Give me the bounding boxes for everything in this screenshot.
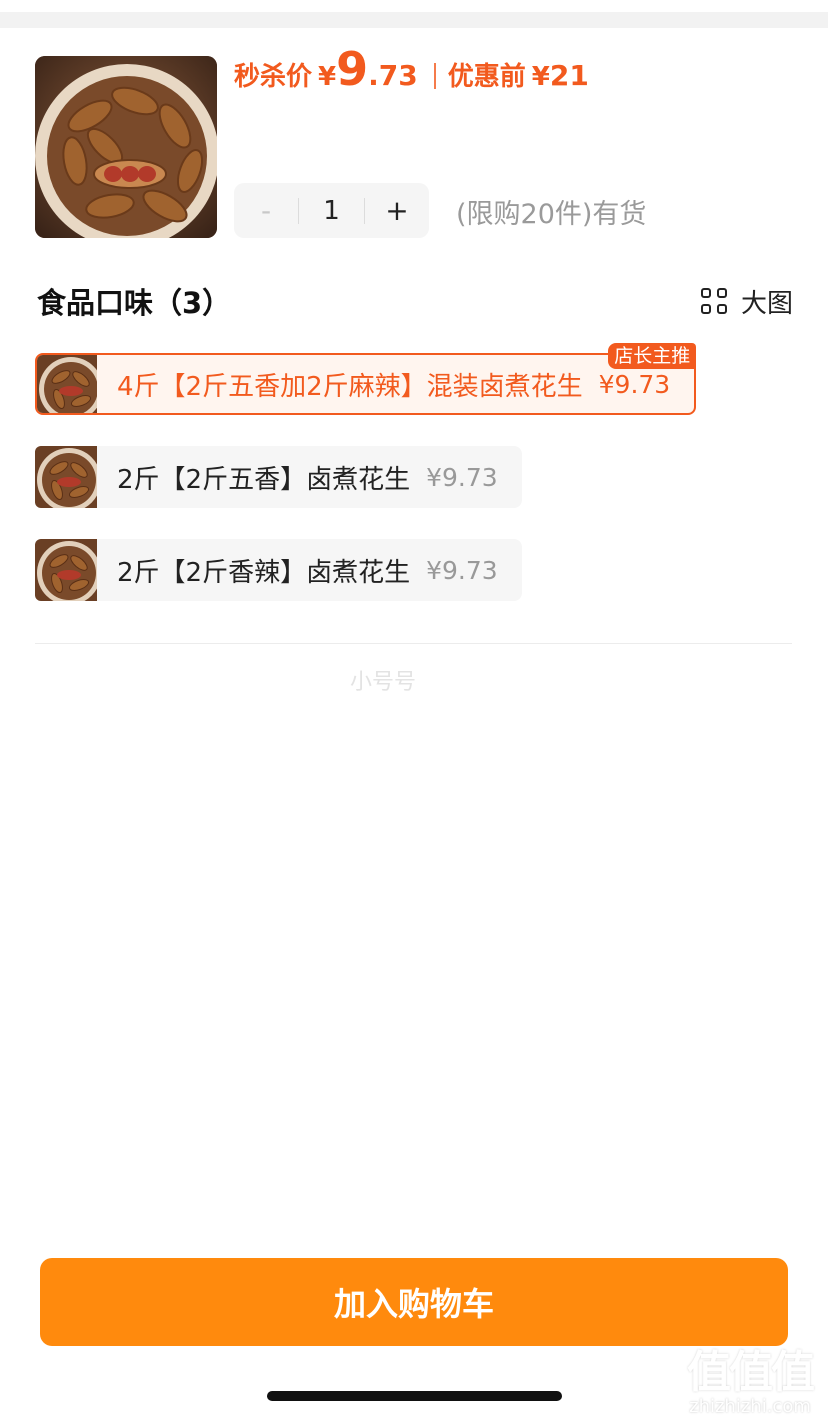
purchase-limit-text: (限购20件)有货 (456, 199, 647, 230)
quantity-stepper: - 1 + (234, 183, 429, 238)
site-watermark: 值值值 zhizhizhi.com (676, 1336, 824, 1417)
decrease-button[interactable]: - (234, 194, 298, 227)
big-image-label: 大图 (740, 289, 793, 319)
top-strip (0, 12, 828, 28)
price-decimal: .73 (368, 59, 418, 92)
product-image[interactable] (35, 56, 217, 238)
recommend-badge: 店长主推 (608, 343, 697, 369)
original-price-label: 优惠前 (447, 62, 526, 92)
big-image-toggle[interactable]: 大图 (700, 283, 793, 320)
option-thumbnail (35, 539, 97, 601)
option-thumbnail (35, 446, 97, 508)
option-price: ¥9.73 (598, 369, 671, 399)
add-to-cart-button[interactable]: 加入购物车 (40, 1258, 788, 1346)
option-label: 2斤【2斤五香】卤煮花生 (117, 464, 411, 495)
seckill-price-label: 秒杀价 (234, 62, 313, 92)
quantity-value[interactable]: 1 (299, 196, 364, 226)
option-label: 2斤【2斤香辣】卤煮花生 (117, 557, 411, 588)
flavor-section-title: 食品口味（3） (37, 286, 232, 320)
flavor-option-selected[interactable]: 4斤【2斤五香加2斤麻辣】混装卤煮花生 ¥9.73 店长主推 (35, 343, 697, 415)
faint-watermark: 小号号 (350, 670, 417, 695)
site-watermark-glyphs: 值值值 (687, 1347, 815, 1398)
increase-button[interactable]: + (365, 194, 429, 227)
original-price-value: 21 (549, 59, 589, 92)
peanut-bowl-photo (35, 56, 217, 238)
currency-symbol: ¥ (318, 62, 337, 92)
grid-icon (700, 287, 729, 316)
site-watermark-domain: zhizhizhi.com (689, 1396, 811, 1417)
peanut-thumb-icon (35, 539, 97, 601)
flavor-option[interactable]: 2斤【2斤五香】卤煮花生 ¥9.73 (35, 446, 522, 508)
option-price: ¥9.73 (426, 462, 498, 492)
option-price: ¥9.73 (426, 555, 498, 585)
home-indicator (267, 1391, 562, 1401)
peanut-thumb-icon (37, 355, 97, 413)
section-divider (35, 643, 792, 644)
peanut-thumb-icon (35, 446, 97, 508)
price-divider (433, 63, 436, 89)
flavor-option[interactable]: 2斤【2斤香辣】卤煮花生 ¥9.73 (35, 539, 522, 601)
option-thumbnail (37, 355, 97, 413)
option-label: 4斤【2斤五香加2斤麻辣】混装卤煮花生 (117, 371, 583, 402)
price-row: 秒杀价 ¥ 9 .73 优惠前 ¥ 21 (234, 46, 589, 110)
original-currency-symbol: ¥ (531, 62, 550, 92)
price-integer: 9 (336, 42, 369, 96)
